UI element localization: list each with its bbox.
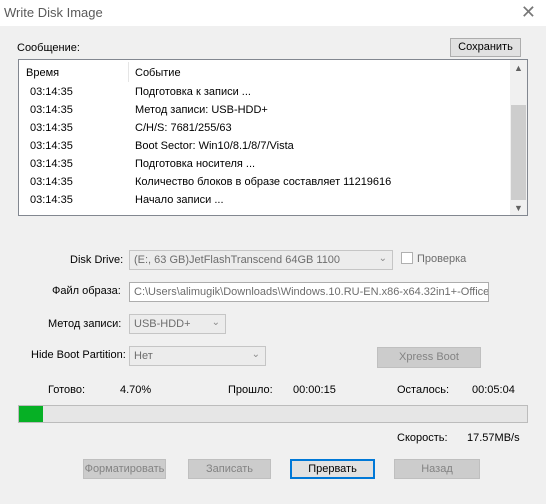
chevron-down-icon: ⌄ [378,253,387,264]
log-row-event: Подготовка носителя ... [135,158,256,170]
log-scrollbar[interactable]: ▲ ▼ [510,60,527,215]
scroll-down-icon[interactable]: ▼ [514,203,523,213]
log-row-time: 03:14:35 [30,176,73,188]
hide-boot-select[interactable]: Нет ⌄ [129,346,266,366]
column-header-time[interactable]: Время [26,67,59,79]
verify-checkbox[interactable] [401,252,413,264]
log-row[interactable]: 03:14:35 C/H/S: 7681/255/63 [19,120,511,138]
log-row-time: 03:14:35 [30,158,73,170]
log-row-time: 03:14:35 [30,86,73,98]
log-row-event: Метод записи: USB-HDD+ [135,104,268,116]
title-bar: Write Disk Image ✕ [0,0,546,26]
log-row[interactable]: 03:14:35 Метод записи: USB-HDD+ [19,102,511,120]
log-row[interactable]: 03:14:35 Boot Sector: Win10/8.1/8/7/Vist… [19,138,511,156]
log-row-event: Boot Sector: Win10/8.1/8/7/Vista [135,140,294,152]
back-button[interactable]: Назад [394,459,480,479]
save-log-button[interactable]: Сохранить [450,38,521,57]
scroll-thumb[interactable] [511,105,526,200]
log-row[interactable]: 03:14:35 Начало записи ... [19,192,511,210]
log-row-time: 03:14:35 [30,194,73,206]
done-value: 4.70% [120,384,152,396]
write-method-value: USB-HDD+ [134,318,191,330]
log-row-time: 03:14:35 [30,122,73,134]
scroll-up-icon[interactable]: ▲ [514,63,523,73]
log-row[interactable]: 03:14:35 Подготовка к записи ... [19,84,511,102]
log-row-event: Количество блоков в образе составляет 11… [135,176,392,188]
write-method-select[interactable]: USB-HDD+ ⌄ [129,314,226,334]
done-label: Готово: [48,384,86,396]
disk-drive-label: Disk Drive: [70,254,124,266]
window-title: Write Disk Image [4,5,103,20]
image-file-field[interactable]: C:\Users\alimugik\Downloads\Windows.10.R… [129,282,489,302]
format-button[interactable]: Форматировать [83,459,166,479]
elapsed-label: Прошло: [228,384,273,396]
disk-drive-value: (E:, 63 GB)JetFlashTranscend 64GB 1100 [134,254,341,266]
log-row[interactable]: 03:14:35 Подготовка носителя ... [19,156,511,174]
log-list[interactable]: Время Событие 03:14:35 Подготовка к запи… [18,59,528,216]
log-label: Сообщение: [17,42,80,54]
progress-fill [19,406,43,422]
write-method-label: Метод записи: [48,318,122,330]
log-row[interactable]: 03:14:35 Количество блоков в образе сост… [19,174,511,192]
remaining-value: 00:05:04 [472,384,515,396]
log-row-event: C/H/S: 7681/255/63 [135,122,232,134]
disk-drive-select[interactable]: (E:, 63 GB)JetFlashTranscend 64GB 1100 ⌄ [129,250,393,270]
xpress-boot-button[interactable]: Xpress Boot [377,347,481,368]
log-list-header: Время Событие [19,60,511,82]
speed-label: Скорость: [397,432,448,444]
elapsed-value: 00:00:15 [293,384,336,396]
column-separator[interactable] [128,62,129,82]
write-button[interactable]: Записать [188,459,271,479]
log-row-time: 03:14:35 [30,140,73,152]
abort-button[interactable]: Прервать [290,459,375,479]
verify-label[interactable]: Проверка [417,253,466,265]
hide-boot-value: Нет [134,350,153,362]
log-row-event: Начало записи ... [135,194,224,206]
hide-boot-label: Hide Boot Partition: [31,349,126,361]
progress-bar [18,405,528,423]
chevron-down-icon: ⌄ [251,349,260,360]
image-file-label: Файл образа: [52,285,121,297]
log-row-time: 03:14:35 [30,104,73,116]
close-icon[interactable]: ✕ [521,2,536,22]
column-header-event[interactable]: Событие [135,67,181,79]
speed-value: 17.57MB/s [467,432,520,444]
log-row-event: Подготовка к записи ... [135,86,251,98]
remaining-label: Осталось: [397,384,450,396]
image-file-value: C:\Users\alimugik\Downloads\Windows.10.R… [134,286,489,298]
chevron-down-icon: ⌄ [211,317,220,328]
